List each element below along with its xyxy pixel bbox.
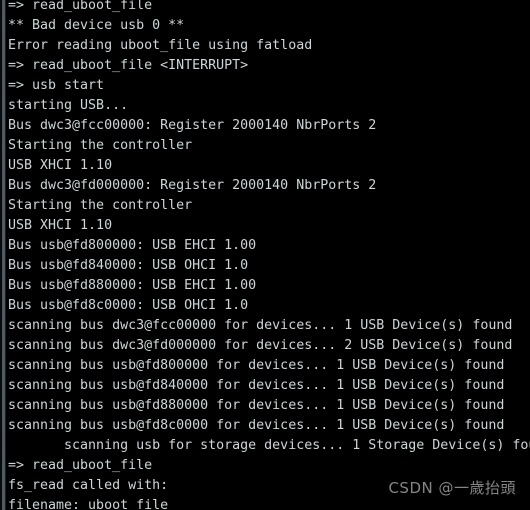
- console-line: USB XHCI 1.10: [8, 158, 113, 173]
- console-line: => usb start: [8, 78, 105, 93]
- console-line: => read_uboot_file: [8, 0, 153, 13]
- console-line: scanning bus dwc3@fd000000 for devices..…: [8, 338, 513, 353]
- console-line: scanning bus usb@fd840000 for devices...…: [8, 378, 505, 393]
- console-line: filename: uboot_file: [8, 498, 169, 510]
- console-line: scanning bus dwc3@fcc00000 for devices..…: [8, 318, 513, 333]
- console-line: Starting the controller: [8, 138, 193, 153]
- console-line: Bus dwc3@fd000000: Register 2000140 NbrP…: [8, 178, 377, 193]
- console-line: => read_uboot_file <INTERRUPT>: [8, 58, 249, 73]
- console-output[interactable]: => read_uboot_file ** Bad device usb 0 **…: [8, 0, 530, 510]
- console-line: Starting the controller: [8, 198, 193, 213]
- console-line: Bus usb@fd800000: USB EHCI 1.00: [8, 238, 257, 253]
- console-line: scanning bus usb@fd800000 for devices...…: [8, 358, 505, 373]
- border-inner-edge: [5, 0, 6, 510]
- console-line: Bus usb@fd840000: USB OHCI 1.0: [8, 258, 249, 273]
- console-line: Bus usb@fd8c0000: USB OHCI 1.0: [8, 298, 249, 313]
- console-line: scanning bus usb@fd8c0000 for devices...…: [8, 418, 505, 433]
- window-left-border: [0, 0, 6, 510]
- console-line: Bus dwc3@fcc00000: Register 2000140 NbrP…: [8, 118, 377, 133]
- console-line: Bus usb@fd880000: USB EHCI 1.00: [8, 278, 257, 293]
- console-line: scanning bus usb@fd880000 for devices...…: [8, 398, 505, 413]
- console-line: ** Bad device usb 0 **: [8, 18, 185, 33]
- console-line: Error reading uboot_file using fatload: [8, 38, 313, 53]
- console-line: USB XHCI 1.10: [8, 218, 113, 233]
- terminal-window[interactable]: => read_uboot_file ** Bad device usb 0 **…: [0, 0, 530, 510]
- console-line: => read_uboot_file: [8, 458, 153, 473]
- watermark-text: CSDN @一歲抬頭: [388, 479, 516, 497]
- console-line: starting USB...: [8, 98, 129, 113]
- console-line: scanning usb for storage devices... 1 St…: [8, 438, 530, 453]
